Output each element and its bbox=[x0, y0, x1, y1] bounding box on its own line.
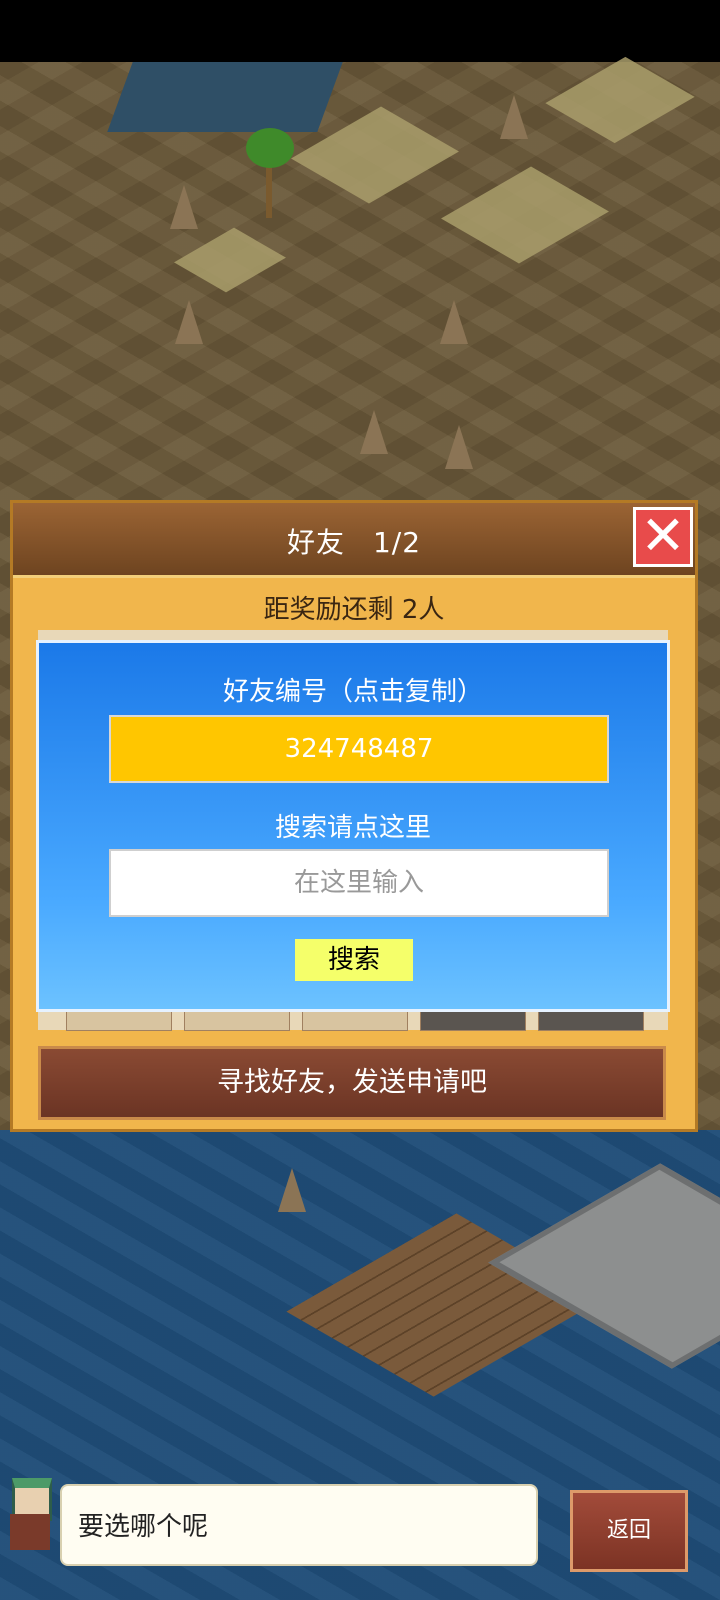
rock-icon bbox=[170, 185, 198, 229]
friend-id-panel: 好友编号（点击复制） 324748487 搜索请点这里 搜索 bbox=[36, 640, 670, 1012]
friend-id-copy-box[interactable]: 324748487 bbox=[109, 715, 609, 783]
map-lake bbox=[107, 62, 343, 132]
search-button[interactable]: 搜索 bbox=[295, 939, 413, 981]
search-label: 搜索请点这里 bbox=[274, 813, 431, 843]
avatar bbox=[2, 1470, 56, 1552]
rock-icon bbox=[278, 1168, 306, 1212]
close-icon: ✕ bbox=[640, 504, 686, 567]
rock-icon bbox=[440, 300, 468, 344]
title-text: 好友 bbox=[286, 526, 345, 559]
send-request-button[interactable]: 寻找好友，发送申请吧 bbox=[38, 1046, 666, 1120]
back-button[interactable]: 返回 bbox=[570, 1490, 688, 1572]
palm-tree-icon bbox=[246, 128, 294, 218]
dialog-header: 好友 1/2 ✕ bbox=[13, 503, 695, 578]
reward-remaining-text: 距奖励还剩 2人 bbox=[263, 595, 445, 625]
rock-icon bbox=[175, 300, 203, 344]
page-indicator: 1/2 bbox=[372, 526, 422, 559]
rock-icon bbox=[500, 95, 528, 139]
speech-bubble: 要选哪个呢 bbox=[60, 1484, 538, 1566]
rock-icon bbox=[360, 410, 388, 454]
search-input[interactable] bbox=[109, 849, 609, 917]
status-bar bbox=[0, 0, 720, 62]
speech-text: 要选哪个呢 bbox=[78, 1512, 209, 1542]
close-button[interactable]: ✕ bbox=[633, 507, 693, 567]
friend-id-label: 好友编号（点击复制） bbox=[222, 677, 483, 707]
rock-icon bbox=[445, 425, 473, 469]
dialog-title: 好友 1/2 bbox=[13, 521, 695, 561]
